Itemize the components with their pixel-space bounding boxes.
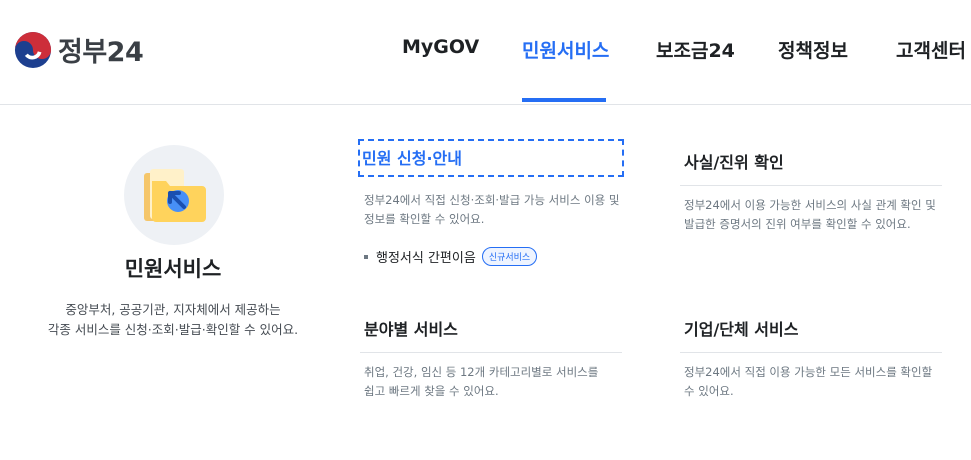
- hero-desc-line1: 중앙부처, 공공기관, 지자체에서 제공하는: [65, 302, 281, 317]
- card-title-category-services[interactable]: 분야별 서비스: [360, 312, 622, 353]
- card-desc-fact-verification: 정부24에서 이용 가능한 서비스의 사실 관계 확인 및 발급한 증명서의 진…: [680, 196, 942, 234]
- bullet-icon: [364, 254, 368, 259]
- card-fact-verification: 사실/진위 확인 정부24에서 이용 가능한 서비스의 사실 관계 확인 및 발…: [680, 145, 942, 234]
- hero-title: 민원서비스: [124, 257, 222, 281]
- card-desc-civil-application: 정부24에서 직접 신청·조회·발급 가능 서비스 이용 및 정보를 확인할 수…: [360, 191, 622, 229]
- card-business-services: 기업/단체 서비스 정부24에서 직접 이용 가능한 모든 서비스를 확인할 수…: [680, 312, 942, 401]
- card-desc-line: 정보를 확인할 수 있어요.: [364, 212, 485, 226]
- hero-desc-line2: 각종 서비스를 신청·조회·발급·확인할 수 있어요.: [47, 322, 299, 337]
- link-admin-form-easy-connect[interactable]: 행정서식 간편이음 신규서비스: [360, 247, 622, 266]
- card-desc-line: 정부24에서 직접 이용 가능한 모든 서비스를 확인할: [684, 365, 933, 379]
- card-desc-line: 정부24에서 직접 신청·조회·발급 가능 서비스 이용 및: [364, 193, 620, 207]
- logo-text: 정부24: [58, 37, 144, 68]
- site-logo[interactable]: 정부24: [14, 30, 144, 69]
- card-desc-line: 취업, 건강, 임신 등 12개 카테고리별로 서비스를: [364, 365, 599, 379]
- folder-arrow-icon: [144, 169, 206, 222]
- card-desc-line: 수 있어요.: [684, 384, 734, 398]
- link-label: 행정서식 간편이음: [376, 251, 476, 266]
- card-title-fact-verification[interactable]: 사실/진위 확인: [680, 145, 942, 186]
- card-title-business-services[interactable]: 기업/단체 서비스: [680, 312, 942, 353]
- card-desc-line: 정부24에서 이용 가능한 서비스의 사실 관계 확인 및: [684, 198, 936, 212]
- new-service-badge: 신규서비스: [481, 247, 538, 266]
- active-nav-indicator: [522, 98, 606, 102]
- nav-mygov[interactable]: MyGOV: [402, 36, 479, 58]
- nav-customer-center[interactable]: 고객센터: [896, 36, 966, 63]
- hero-icon-circle: [124, 145, 224, 245]
- card-title-civil-application[interactable]: 민원 신청·안내: [358, 139, 624, 177]
- nav-subsidy24[interactable]: 보조금24: [656, 36, 735, 63]
- card-category-services: 분야별 서비스 취업, 건강, 임신 등 12개 카테고리별로 서비스를 쉽고 …: [360, 312, 622, 401]
- card-desc-category-services: 취업, 건강, 임신 등 12개 카테고리별로 서비스를 쉽고 빠르게 찾을 수…: [360, 363, 622, 401]
- card-civil-application: 민원 신청·안내 정부24에서 직접 신청·조회·발급 가능 서비스 이용 및 …: [358, 139, 624, 266]
- taegeuk-logo-icon: [14, 31, 52, 68]
- nav-civil-services[interactable]: 민원서비스: [522, 36, 609, 63]
- nav-policy-info[interactable]: 정책정보: [778, 36, 848, 63]
- hero-description: 중앙부처, 공공기관, 지자체에서 제공하는 각종 서비스를 신청·조회·발급·…: [0, 300, 346, 340]
- card-desc-business-services: 정부24에서 직접 이용 가능한 모든 서비스를 확인할 수 있어요.: [680, 363, 942, 401]
- site-header: 정부24 MyGOV 민원서비스 보조금24 정책정보 고객센터: [0, 0, 971, 105]
- card-desc-line: 발급한 증명서의 진위 여부를 확인할 수 있어요.: [684, 217, 911, 231]
- card-desc-line: 쉽고 빠르게 찾을 수 있어요.: [364, 384, 499, 398]
